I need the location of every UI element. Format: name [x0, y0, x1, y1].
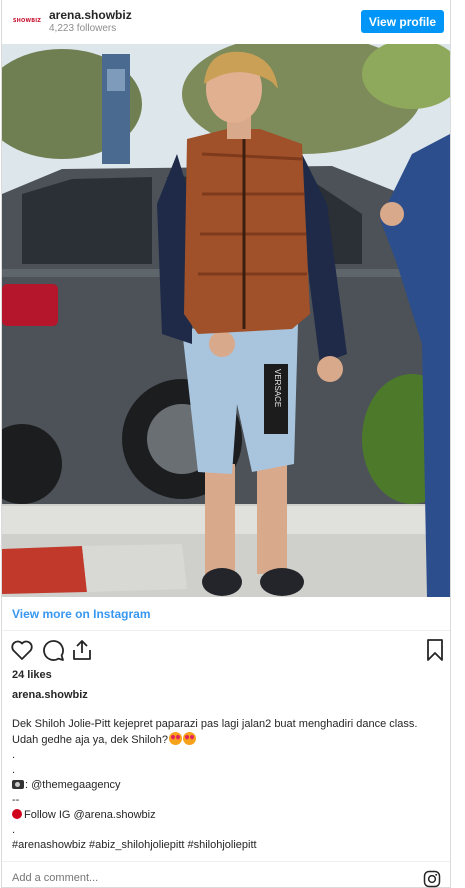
share-icon[interactable] [70, 638, 94, 662]
caption-dot: . [12, 764, 16, 776]
caption-dot: . [12, 824, 16, 836]
account-username[interactable]: arena.showbiz [49, 8, 132, 22]
caption-follow[interactable]: Follow IG @arena.showbiz [24, 809, 156, 821]
comment-icon[interactable] [41, 638, 65, 662]
caption-dashes: -- [12, 794, 20, 806]
post-photo[interactable]: VERSACE [2, 44, 450, 597]
avatar-logo-text: SHOWBIZ [12, 18, 42, 24]
photo-illustration: VERSACE [2, 44, 450, 597]
instagram-embed: SHOWBIZ arena.showbiz 4,223 followers Vi… [1, 0, 451, 888]
caption-username[interactable]: arena.showbiz [12, 689, 88, 701]
versace-label: VERSACE [273, 369, 282, 407]
comment-input[interactable] [12, 872, 312, 884]
heart-icon[interactable] [10, 638, 34, 662]
follower-count: 4,223 followers [49, 23, 117, 34]
divider [2, 630, 450, 631]
caption-credit-line: : @themegaagency [12, 778, 442, 793]
caption-line-2: Udah gedhe aja ya, dek Shiloh? [12, 732, 442, 748]
red-circle-emoji-icon [12, 809, 22, 819]
like-count[interactable]: 24 likes [12, 669, 52, 681]
caption-credit[interactable]: : @themegaagency [25, 779, 121, 791]
view-more-link[interactable]: View more on Instagram [12, 607, 151, 621]
caption-hashtags[interactable]: #arenashowbiz #abiz_shilohjoliepitt #shi… [12, 838, 442, 853]
camera-emoji-icon [12, 780, 24, 789]
bookmark-icon[interactable] [423, 638, 447, 662]
caption-follow-line: Follow IG @arena.showbiz [12, 808, 442, 823]
heart-eyes-emoji-icon [168, 732, 182, 745]
comment-bar [2, 861, 450, 888]
action-bar [2, 638, 450, 664]
post-caption: Dek Shiloh Jolie-Pitt kejepret paparazi … [12, 717, 442, 853]
view-profile-button[interactable]: View profile [361, 10, 444, 33]
instagram-logo-icon[interactable] [423, 870, 441, 888]
post-header: SHOWBIZ arena.showbiz 4,223 followers Vi… [2, 0, 450, 44]
caption-line-2-text: Udah gedhe aja ya, dek Shiloh? [12, 734, 168, 746]
caption-line-1: Dek Shiloh Jolie-Pitt kejepret paparazi … [12, 718, 418, 730]
heart-eyes-emoji-icon [182, 732, 196, 745]
caption-dot: . [12, 749, 16, 761]
avatar[interactable]: SHOWBIZ [12, 6, 42, 36]
